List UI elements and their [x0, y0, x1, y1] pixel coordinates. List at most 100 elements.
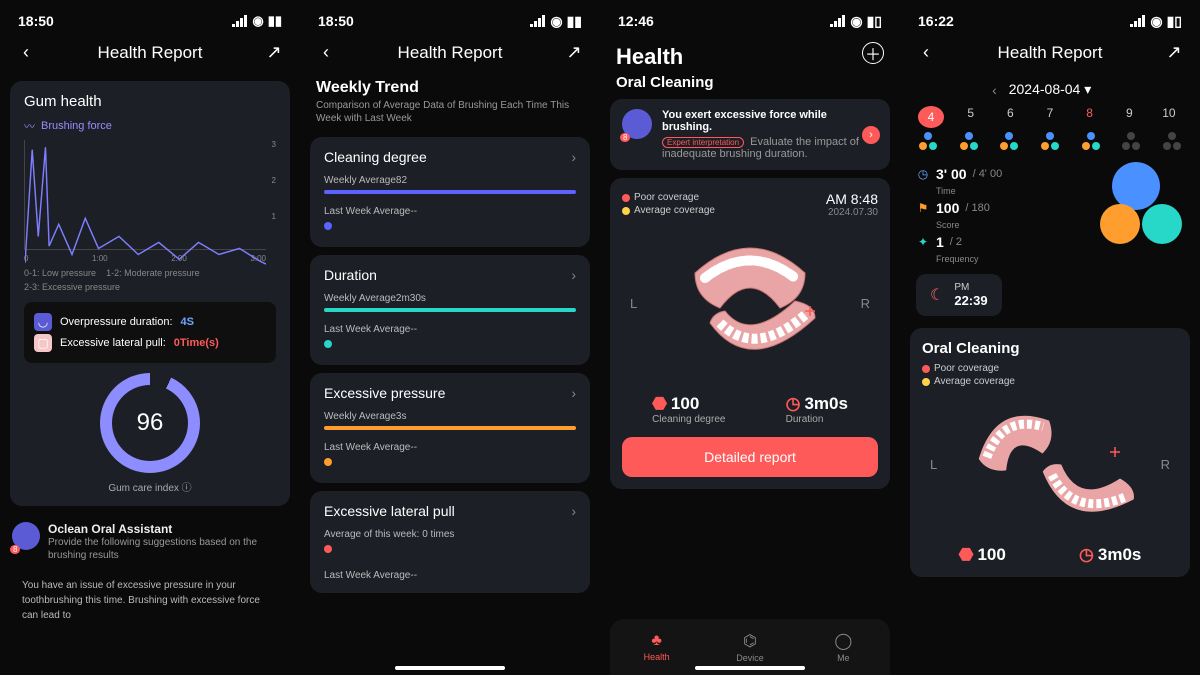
day-8[interactable]: 8	[1077, 106, 1103, 128]
dot-icon	[922, 365, 930, 373]
screen-weekly-trend: 18:50 ◉▮▮ ‹ Health Report ↗ Weekly Trend…	[300, 0, 600, 675]
status-bar: 18:50 ◉▮▮	[300, 0, 600, 32]
wifi-icon: ◉	[550, 13, 562, 30]
gum-care-score: 96 Gum care index ⓘ	[24, 373, 276, 494]
stat-cleaning-degree: ⬣100	[959, 545, 1006, 565]
arrow-right-icon: ›	[862, 126, 880, 144]
back-button[interactable]: ‹	[916, 42, 936, 63]
clover-icon	[1081, 132, 1101, 150]
card-title: Gum health	[24, 93, 276, 110]
metric-cleaning-degree[interactable]: Cleaning degree› Weekly Average82 Last W…	[310, 137, 590, 247]
assistant-avatar-icon	[622, 109, 652, 139]
dot-icon	[622, 194, 630, 202]
share-button[interactable]: ↗	[264, 42, 284, 63]
page-title: Health Report	[398, 43, 503, 63]
clock: 16:22	[918, 13, 954, 29]
stats-row: ⬣100 Cleaning degree ◷3m0s Duration	[622, 394, 878, 425]
day-6[interactable]: 6	[997, 106, 1023, 128]
coverage-legend: Poor coverage Average coverage	[622, 190, 715, 218]
detailed-report-button[interactable]: Detailed report	[622, 437, 878, 477]
signal-icon	[530, 15, 546, 27]
score-label: Gum care index ⓘ	[108, 479, 191, 494]
clover-icon: ♣	[651, 632, 662, 650]
dot-icon	[324, 222, 332, 230]
chevron-left-icon[interactable]: ‹	[992, 82, 997, 98]
section-subtitle: Comparison of Average Data of Brushing E…	[300, 97, 600, 129]
battery-icon: ▮▮	[567, 13, 582, 30]
blob-time-icon	[1112, 162, 1160, 210]
status-bar: 18:50 ◉ ▮▮	[0, 0, 300, 32]
brush-icon: ✦	[916, 235, 930, 249]
device-icon: ⌬	[743, 631, 757, 651]
stat-cleaning-degree: ⬣100 Cleaning degree	[652, 394, 725, 425]
chevron-right-icon: ›	[571, 267, 576, 283]
day-5[interactable]: 5	[958, 106, 984, 128]
header: ‹ Health Report ↗	[900, 32, 1200, 73]
page-title: Health Report	[998, 43, 1103, 63]
share-button[interactable]: ↗	[1164, 42, 1184, 63]
clover-icon	[1162, 132, 1182, 150]
section-title: Oral Cleaning	[600, 74, 900, 99]
status-bar: 16:22 ◉▮▯	[900, 0, 1200, 32]
clover-icon	[1121, 132, 1141, 150]
day-10[interactable]: 10	[1156, 106, 1182, 128]
teeth-diagram[interactable]: L R	[922, 389, 1178, 539]
battery-icon: ▮▮	[268, 13, 282, 29]
section-title: Weekly Trend	[300, 79, 600, 97]
day-indicators	[900, 128, 1200, 150]
side-label-right: R	[1161, 457, 1170, 472]
summary-blobs	[1084, 162, 1184, 252]
status-icons: ◉ ▮▮	[232, 13, 282, 29]
clock-icon: ◷	[1079, 545, 1094, 565]
home-indicator[interactable]	[395, 666, 505, 670]
clover-icon	[959, 132, 979, 150]
flame-icon: ⬣	[652, 394, 667, 414]
flag-icon: ⚑	[916, 201, 930, 215]
back-button[interactable]: ‹	[16, 42, 36, 63]
card-title: Oral Cleaning	[922, 340, 1178, 357]
day-9[interactable]: 9	[1116, 106, 1142, 128]
warning-card[interactable]: You exert excessive force while brushing…	[610, 99, 890, 170]
stats-row: ⬣100 ◷3m0s	[922, 545, 1178, 565]
session-pill[interactable]: ☾ PM 22:39	[916, 274, 1002, 316]
row-score: ⚑100 / 180	[916, 200, 1074, 216]
dot-icon	[324, 458, 332, 466]
blob-freq-icon	[1142, 204, 1182, 244]
metric-lateral-pull[interactable]: Excessive lateral pull› Average of this …	[310, 491, 590, 593]
dot-icon	[622, 207, 630, 215]
clover-icon	[1040, 132, 1060, 150]
oral-cleaning-card: Oral Cleaning Poor coverage Average cove…	[910, 328, 1190, 577]
tab-me[interactable]: ◯Me	[797, 619, 890, 675]
teeth-diagram[interactable]: L R	[622, 218, 878, 388]
date-picker[interactable]: ‹ 2024-08-04 ▾ ›	[900, 73, 1200, 106]
assistant-sub: Provide the following suggestions based …	[48, 536, 288, 562]
metric-duration[interactable]: Duration› Weekly Average2m30s Last Week …	[310, 255, 590, 365]
summary: ◷3' 00 / 4' 00 Time ⚑100 / 180 Score ✦1 …	[900, 150, 1200, 270]
home-indicator[interactable]	[695, 666, 805, 670]
metric-excessive-pressure[interactable]: Excessive pressure› Weekly Average3s Las…	[310, 373, 590, 483]
back-button[interactable]: ‹	[316, 42, 336, 63]
oral-cleaning-card: Poor coverage Average coverage AM 8:48 2…	[610, 178, 890, 489]
row-time: ◷3' 00 / 4' 00	[916, 166, 1074, 182]
wifi-icon: ◉	[252, 13, 263, 29]
screen-daily-report: 16:22 ◉▮▯ ‹ Health Report ↗ ‹ 2024-08-04…	[900, 0, 1200, 675]
clock-icon: ◷	[916, 167, 930, 181]
share-button[interactable]: ↗	[564, 42, 584, 63]
wifi-icon: ◉	[1150, 13, 1162, 30]
day-4[interactable]: 4	[918, 106, 944, 128]
flame-icon: ⬣	[959, 545, 974, 565]
add-button[interactable]: ＋	[862, 42, 884, 64]
dot-icon	[324, 545, 332, 553]
page-title: Health Report	[98, 43, 203, 63]
lateral-pull-row: ▢ Excessive lateral pull: 0Time(s)	[34, 334, 266, 352]
screen-gum-health: 18:50 ◉ ▮▮ ‹ Health Report ↗ Gum health …	[0, 0, 300, 675]
assistant-tip: You have an issue of excessive pressure …	[12, 570, 288, 631]
tab-health[interactable]: ♣Health	[610, 619, 703, 675]
side-label-left: L	[630, 296, 637, 311]
tab-bar: ♣Health ⌬Device ◯Me	[610, 619, 890, 675]
clock-icon: ◷	[786, 394, 801, 414]
day-7[interactable]: 7	[1037, 106, 1063, 128]
current-date[interactable]: 2024-08-04 ▾	[1009, 81, 1092, 98]
progress-bar	[324, 426, 576, 430]
stat-duration: ◷3m0s Duration	[786, 394, 848, 425]
